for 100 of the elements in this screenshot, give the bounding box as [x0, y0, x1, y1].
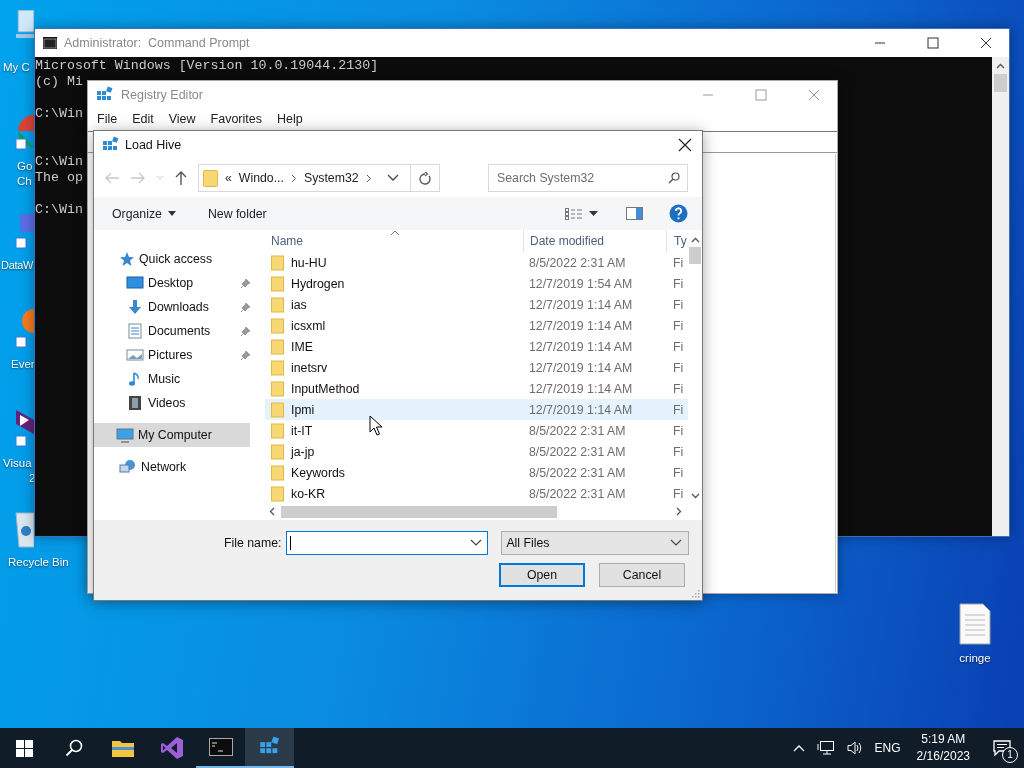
videos-icon [126, 395, 144, 411]
column-header[interactable]: Name [265, 230, 524, 252]
folder-icon [270, 401, 286, 418]
folder-icon [203, 169, 218, 187]
nav-item[interactable]: Network [94, 455, 257, 479]
scroll-bar[interactable] [992, 57, 1009, 536]
volume-icon[interactable] [846, 740, 863, 756]
file-row[interactable]: ko-KR 8/5/2022 2:31 AM Fi [265, 483, 688, 504]
file-type-dropdown[interactable]: All Files [501, 531, 690, 555]
nav-item[interactable]: Downloads [94, 295, 257, 319]
nav-item[interactable]: Music [94, 367, 257, 391]
folder-icon [270, 296, 286, 313]
close-button[interactable] [678, 138, 692, 152]
chevron-down-icon[interactable] [470, 539, 483, 547]
pin-icon[interactable] [240, 301, 251, 313]
file-row[interactable]: Keywords 8/5/2022 2:31 AM Fi [265, 462, 688, 483]
chevron-icon[interactable] [365, 173, 372, 183]
nav-item[interactable]: Documents [94, 319, 257, 343]
folder-icon [270, 254, 286, 271]
windows-logo-icon [16, 739, 33, 757]
view-options-icon[interactable] [565, 207, 583, 220]
taskbar-app[interactable] [245, 728, 294, 768]
star-icon [119, 251, 135, 267]
help-icon[interactable] [669, 204, 688, 223]
breadcrumb-item[interactable]: System32 [303, 171, 359, 185]
file-row[interactable]: inetsrv 12/7/2019 1:14 AM Fi [265, 357, 688, 378]
documents-icon [126, 323, 144, 339]
search-icon [64, 739, 83, 757]
folder-icon [110, 738, 135, 758]
desktop-icon [126, 275, 144, 291]
search-field[interactable]: Search System32 [488, 164, 688, 192]
field-label: File name: [224, 536, 282, 550]
folder-icon [270, 275, 286, 292]
nav-item[interactable]: Quick access [94, 247, 257, 271]
pin-icon[interactable] [240, 277, 251, 289]
chevron-down-icon[interactable] [387, 174, 399, 182]
console-line: The op [35, 170, 83, 186]
chevron-icon[interactable] [290, 173, 297, 183]
column-header[interactable]: Ty [667, 230, 689, 252]
up-arrow-icon[interactable] [174, 170, 188, 186]
desktop-icon-label: Ch [17, 174, 32, 189]
notification-icon [993, 740, 1011, 756]
language-indicator[interactable]: ENG [874, 741, 901, 755]
console-line: (c) Mi [35, 74, 83, 90]
pin-icon[interactable] [240, 349, 251, 361]
downloads-icon [126, 299, 144, 315]
address-bar[interactable]: « Windo... System32 [198, 164, 440, 192]
console-line: C:\Win [35, 106, 83, 122]
file-row[interactable]: InputMethod 12/7/2019 1:14 AM Fi [265, 378, 688, 399]
desktop-icon-label: Recycle Bin [8, 555, 69, 570]
nav-item[interactable]: My Computer [94, 423, 250, 447]
file-row[interactable]: icsxml 12/7/2019 1:14 AM Fi [265, 315, 688, 336]
menu-item[interactable]: Favorites [204, 112, 268, 126]
console-line: C:\Win [35, 202, 83, 218]
window-title: Registry Editor [121, 88, 203, 102]
folder-icon [270, 359, 286, 376]
file-name-field[interactable] [286, 531, 489, 555]
sort-caret-icon [390, 230, 400, 236]
resize-grip-icon[interactable] [690, 588, 700, 598]
network-icon[interactable] [816, 740, 835, 756]
cancel-button[interactable]: Cancel [599, 563, 685, 587]
folder-icon [270, 380, 286, 397]
caret-icon[interactable] [589, 210, 598, 217]
computer-icon [116, 427, 134, 443]
nav-item[interactable]: Pictures [94, 343, 257, 367]
file-row[interactable]: ias 12/7/2019 1:14 AM Fi [265, 294, 688, 315]
breadcrumb-item[interactable]: Windo... [238, 171, 284, 185]
desktop-icon-label: DataW [1, 258, 34, 273]
desktop-icon-label: My C [3, 60, 30, 75]
file-row[interactable]: ja-jp 8/5/2022 2:31 AM Fi [265, 441, 688, 462]
desktop-icon-label: Visua [3, 456, 32, 471]
new-folder-button[interactable]: New folder [199, 202, 275, 225]
file-row[interactable]: IME 12/7/2019 1:14 AM Fi [265, 336, 688, 357]
open-button[interactable]: Open [499, 563, 585, 587]
search-icon [668, 172, 680, 184]
pictures-icon [126, 347, 144, 363]
column-header[interactable]: Date modified [524, 230, 667, 252]
preview-pane-icon[interactable] [626, 207, 643, 220]
menu-item[interactable]: View [162, 112, 202, 126]
window-title: Administrator: Command Prompt [64, 36, 250, 50]
menu-item[interactable]: Edit [126, 112, 160, 126]
menu-item[interactable]: File [91, 112, 124, 126]
organize-button[interactable]: Organize [104, 202, 184, 225]
file-row[interactable]: hu-HU 8/5/2022 2:31 AM Fi [265, 252, 688, 273]
nav-item[interactable]: Desktop [94, 271, 257, 295]
nav-item[interactable]: Videos [94, 391, 257, 415]
file-row[interactable]: it-IT 8/5/2022 2:31 AM Fi [265, 420, 688, 441]
caret-icon [167, 211, 176, 216]
breadcrumb-overflow[interactable]: « [225, 171, 232, 185]
chevron-up-icon[interactable] [792, 744, 805, 752]
file-row[interactable]: Ipmi 12/7/2019 1:14 AM Fi [265, 399, 688, 420]
network-icon [119, 459, 137, 475]
notification-count: 1 [1002, 747, 1018, 763]
mouse-cursor-icon [369, 415, 383, 436]
text-file-icon[interactable] [959, 603, 991, 645]
pin-icon[interactable] [240, 325, 251, 337]
clock[interactable]: 5:19 AM 2/16/2023 [916, 731, 970, 765]
notifications-button[interactable]: 1 [980, 728, 1024, 768]
file-row[interactable]: Hydrogen 12/7/2019 1:54 AM Fi [265, 273, 688, 294]
menu-item[interactable]: Help [271, 112, 309, 126]
